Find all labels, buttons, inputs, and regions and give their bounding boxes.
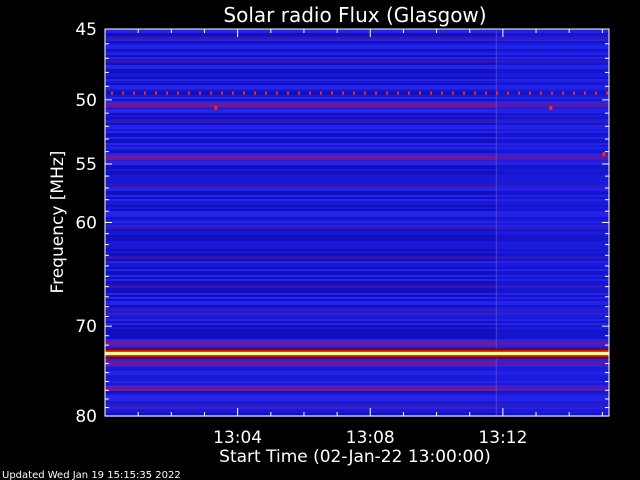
hot-line-core bbox=[105, 351, 609, 355]
interference-dot bbox=[309, 91, 311, 95]
interference-dot bbox=[540, 91, 542, 95]
y-tick-label: 50 bbox=[75, 91, 97, 111]
interference-dot bbox=[496, 91, 498, 95]
interference-dot bbox=[441, 91, 443, 95]
x-tick-label: 13:04 bbox=[213, 428, 262, 448]
interference-dot bbox=[199, 91, 201, 95]
burst-spike bbox=[549, 105, 553, 110]
interference-dot bbox=[386, 91, 388, 95]
interference-dot bbox=[463, 91, 465, 95]
interference-dot bbox=[287, 91, 289, 95]
interference-dot bbox=[353, 91, 355, 95]
interference-dot bbox=[595, 91, 597, 95]
interference-dot bbox=[452, 91, 454, 95]
interference-dot bbox=[518, 91, 520, 95]
updated-timestamp: Updated Wed Jan 19 15:15:35 2022 bbox=[2, 470, 181, 480]
interference-dot bbox=[210, 91, 212, 95]
y-tick-label: 60 bbox=[75, 214, 97, 234]
interference-dot bbox=[243, 91, 245, 95]
y-tick-label: 45 bbox=[75, 20, 97, 40]
interference-dot bbox=[419, 91, 421, 95]
interference-dot bbox=[232, 91, 234, 95]
interference-dot bbox=[320, 91, 322, 95]
interference-dot bbox=[507, 91, 509, 95]
chart-title: Solar radio Flux (Glasgow) bbox=[223, 3, 486, 27]
plot-area bbox=[105, 29, 609, 417]
y-axis-label: Frequency [MHz] bbox=[48, 151, 68, 294]
interference-dot bbox=[111, 91, 113, 95]
interference-dot bbox=[254, 91, 256, 95]
interference-dot bbox=[265, 91, 267, 95]
interference-dot bbox=[342, 91, 344, 95]
x-tick-label: 13:08 bbox=[346, 428, 395, 448]
interference-dot bbox=[397, 91, 399, 95]
x-axis-label: Start Time (02-Jan-22 13:00:00) bbox=[219, 447, 491, 467]
interference-dot bbox=[188, 91, 190, 95]
interference-dot bbox=[144, 91, 146, 95]
y-tick-label: 70 bbox=[75, 317, 97, 337]
interference-dot bbox=[276, 91, 278, 95]
interference-dot bbox=[562, 91, 564, 95]
interference-dot bbox=[573, 91, 575, 95]
burst-spike bbox=[602, 152, 606, 157]
interference-dot bbox=[375, 91, 377, 95]
interference-dot bbox=[133, 91, 135, 95]
interference-dot bbox=[485, 91, 487, 95]
interference-dot bbox=[166, 91, 168, 95]
y-tick-label: 80 bbox=[75, 407, 97, 427]
interference-dot bbox=[606, 91, 608, 95]
solar-radio-spectrogram: Solar radio Flux (Glasgow) 455055607080 … bbox=[2, 3, 610, 480]
interference-dot bbox=[221, 91, 223, 95]
interference-dot bbox=[298, 91, 300, 95]
interference-dot bbox=[474, 91, 476, 95]
y-tick-label: 55 bbox=[75, 155, 97, 175]
interference-dot bbox=[430, 91, 432, 95]
interference-dot bbox=[529, 91, 531, 95]
burst-spike bbox=[214, 105, 218, 110]
interference-dot bbox=[408, 91, 410, 95]
interference-dot bbox=[122, 91, 124, 95]
interference-dot bbox=[551, 91, 553, 95]
interference-dot bbox=[177, 91, 179, 95]
interference-dot bbox=[584, 91, 586, 95]
interference-dot bbox=[331, 91, 333, 95]
interference-dot bbox=[155, 91, 157, 95]
x-tick-label: 13:12 bbox=[478, 428, 527, 448]
interference-dot bbox=[364, 91, 366, 95]
